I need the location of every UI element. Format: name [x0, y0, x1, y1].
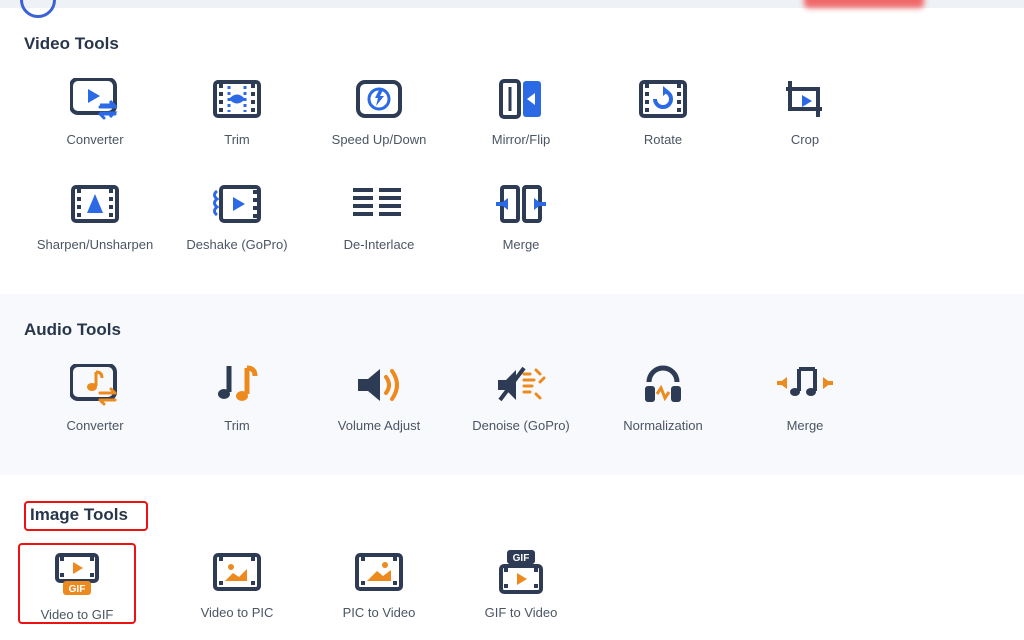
speed-icon	[308, 76, 450, 122]
tool-label: Volume Adjust	[308, 418, 450, 433]
tool-label: Denoise (GoPro)	[450, 418, 592, 433]
sharpen-icon	[24, 181, 166, 227]
deshake-icon	[166, 181, 308, 227]
video-deshake-tool[interactable]: Deshake (GoPro)	[166, 181, 308, 252]
image-tools-grid: GIF Video to GIF Video to PIC	[24, 549, 1000, 640]
svg-text:GIF: GIF	[513, 553, 530, 564]
video-sharpen-tool[interactable]: Sharpen/Unsharpen	[24, 181, 166, 252]
video-trim-tool[interactable]: Trim	[166, 76, 308, 147]
tool-label: De-Interlace	[308, 237, 450, 252]
audio-trim-tool[interactable]: Trim	[166, 362, 308, 433]
video-tools-section: Video Tools Converter	[0, 8, 1024, 294]
rotate-icon	[592, 76, 734, 122]
top-bar	[0, 0, 1024, 8]
video-rotate-tool[interactable]: Rotate	[592, 76, 734, 147]
tool-label: Merge	[450, 237, 592, 252]
video-tools-grid: Converter Trim	[24, 76, 1000, 286]
crop-icon	[734, 76, 876, 122]
audio-tools-title: Audio Tools	[24, 320, 1000, 340]
audio-denoise-tool[interactable]: Denoise (GoPro)	[450, 362, 592, 433]
audio-volume-tool[interactable]: Volume Adjust	[308, 362, 450, 433]
tool-label: Trim	[166, 132, 308, 147]
trim-icon	[166, 76, 308, 122]
audio-tools-grid: Converter Trim	[24, 362, 1000, 467]
video-to-pic-icon	[166, 549, 308, 595]
image-gif-to-video-tool[interactable]: GIF GIF to Video	[450, 549, 592, 624]
tool-label: GIF to Video	[450, 605, 592, 620]
video-merge-tool[interactable]: Merge	[450, 181, 592, 252]
image-video-to-gif-tool[interactable]: GIF Video to GIF	[18, 543, 136, 624]
video-crop-tool[interactable]: Crop	[734, 76, 876, 147]
video-speed-tool[interactable]: Speed Up/Down	[308, 76, 450, 147]
audio-merge-tool[interactable]: Merge	[734, 362, 876, 433]
tool-label: Mirror/Flip	[450, 132, 592, 147]
tool-label: Converter	[24, 418, 166, 433]
tool-label: PIC to Video	[308, 605, 450, 620]
tool-label: Trim	[166, 418, 308, 433]
denoise-icon	[450, 362, 592, 408]
tool-label: Sharpen/Unsharpen	[24, 237, 166, 252]
image-video-to-pic-tool[interactable]: Video to PIC	[166, 549, 308, 624]
merge-icon	[450, 181, 592, 227]
video-tools-title: Video Tools	[24, 34, 1000, 54]
tool-label: Video to GIF	[20, 607, 134, 622]
audio-normalize-tool[interactable]: Normalization	[592, 362, 734, 433]
video-mirror-tool[interactable]: Mirror/Flip	[450, 76, 592, 147]
tool-label: Deshake (GoPro)	[166, 237, 308, 252]
volume-icon	[308, 362, 450, 408]
svg-text:GIF: GIF	[69, 584, 86, 595]
audio-trim-icon	[166, 362, 308, 408]
converter-icon	[24, 76, 166, 122]
audio-tools-section: Audio Tools Converter	[0, 294, 1024, 475]
mirror-icon	[450, 76, 592, 122]
image-tools-section: Image Tools GIF Video to GIF	[0, 475, 1024, 640]
audio-converter-icon	[24, 362, 166, 408]
video-converter-tool[interactable]: Converter	[24, 76, 166, 147]
tool-label: Converter	[24, 132, 166, 147]
image-tools-title: Image Tools	[30, 505, 128, 525]
pic-to-video-icon	[308, 549, 450, 595]
video-deinterlace-tool[interactable]: De-Interlace	[308, 181, 450, 252]
cta-button[interactable]	[804, 0, 924, 8]
tool-label: Merge	[734, 418, 876, 433]
gif-to-video-icon: GIF	[450, 549, 592, 595]
tool-label: Crop	[734, 132, 876, 147]
image-tools-title-highlight: Image Tools	[24, 501, 148, 531]
image-pic-to-video-tool[interactable]: PIC to Video	[308, 549, 450, 624]
tool-label: Rotate	[592, 132, 734, 147]
normalize-icon	[592, 362, 734, 408]
tool-label: Normalization	[592, 418, 734, 433]
tool-label: Video to PIC	[166, 605, 308, 620]
video-to-gif-icon: GIF	[20, 551, 134, 597]
deinterlace-icon	[308, 181, 450, 227]
audio-converter-tool[interactable]: Converter	[24, 362, 166, 433]
audio-merge-icon	[734, 362, 876, 408]
tool-label: Speed Up/Down	[308, 132, 450, 147]
